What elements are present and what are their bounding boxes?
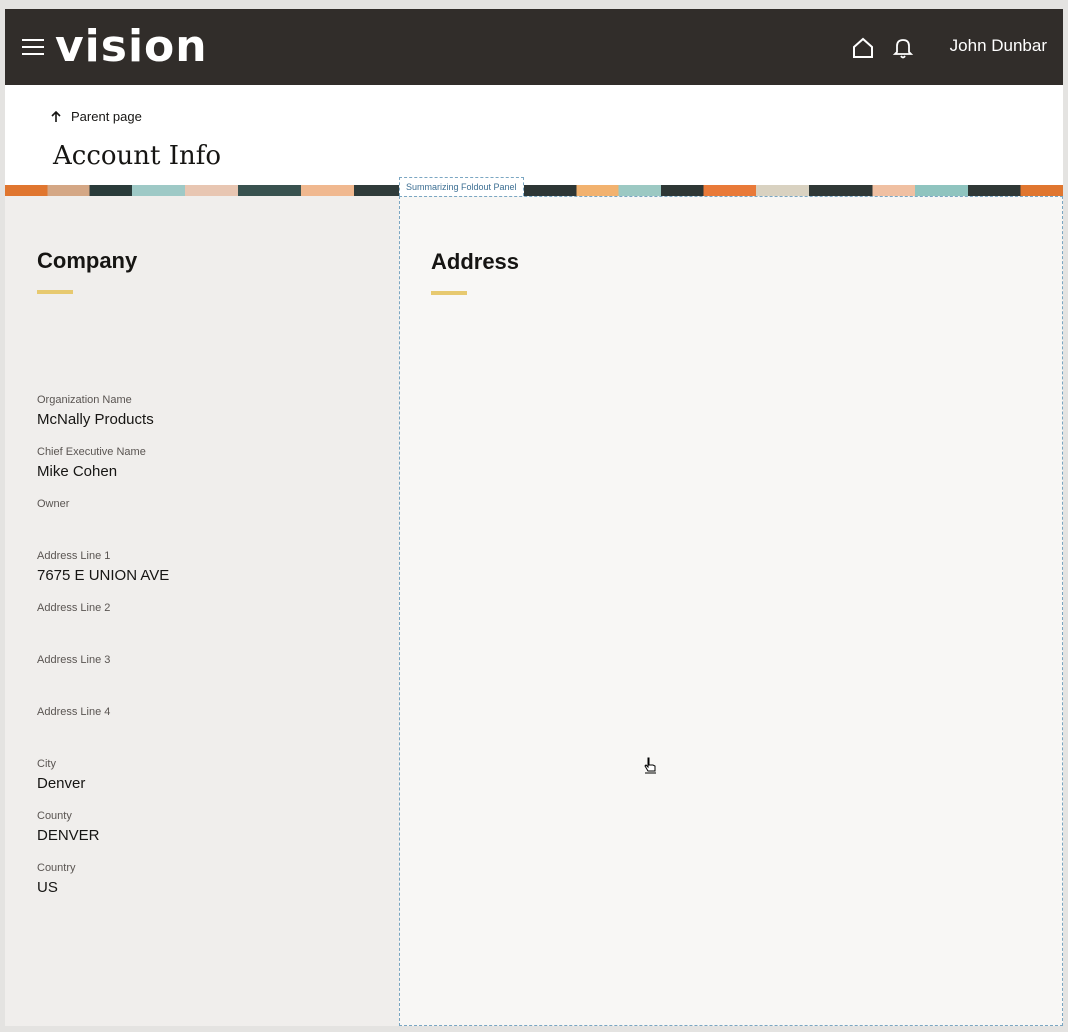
- field-label: Organization Name: [37, 394, 132, 406]
- address-heading: Address: [431, 249, 520, 274]
- field-label: Address Line 2: [37, 602, 111, 614]
- parent-page-link[interactable]: Parent page: [51, 109, 142, 124]
- field-label: Address Line 3: [37, 654, 111, 666]
- field-label: Address Line 4: [37, 706, 111, 718]
- home-icon[interactable]: [851, 36, 875, 60]
- field-owner: Owner: [37, 498, 377, 535]
- field-label: Country: [37, 862, 76, 874]
- company-panel: Company Organization Name McNally Produc…: [5, 196, 399, 1026]
- hand-cursor-icon: [644, 757, 656, 774]
- top-bar: vision John Dunbar: [5, 9, 1063, 85]
- field-value: DENVER: [37, 827, 100, 844]
- field-city: City Denver: [37, 758, 377, 795]
- user-menu[interactable]: John Dunbar: [950, 36, 1047, 56]
- bell-icon[interactable]: [892, 36, 914, 60]
- address-panel[interactable]: Address: [399, 196, 1063, 1026]
- field-label: County: [37, 810, 72, 822]
- field-value: Denver: [37, 775, 86, 792]
- field-value: McNally Products: [37, 411, 154, 428]
- field-address-line-1: Address Line 1 7675 E UNION AVE: [37, 550, 377, 587]
- address-heading-accent: [431, 291, 467, 295]
- company-heading: Company: [37, 248, 138, 273]
- page-title: Account Info: [53, 141, 222, 171]
- arrow-up-icon: [51, 110, 61, 122]
- field-value: [37, 723, 377, 743]
- field-chief-executive-name: Chief Executive Name Mike Cohen: [37, 446, 377, 483]
- field-label: Chief Executive Name: [37, 446, 146, 458]
- field-address-line-3: Address Line 3: [37, 654, 377, 691]
- foldout-panel-tag: Summarizing Foldout Panel: [399, 177, 524, 196]
- field-county: County DENVER: [37, 810, 377, 847]
- field-value: 7675 E UNION AVE: [37, 567, 170, 584]
- menu-icon[interactable]: [22, 39, 44, 55]
- field-value: [37, 619, 377, 639]
- parent-page-label: Parent page: [71, 109, 142, 124]
- field-value: [37, 515, 377, 535]
- field-value: Mike Cohen: [37, 463, 118, 480]
- field-label: Owner: [37, 498, 70, 510]
- field-address-line-2: Address Line 2: [37, 602, 377, 639]
- field-address-line-4: Address Line 4: [37, 706, 377, 743]
- field-value: US: [37, 879, 58, 896]
- field-label: Address Line 1: [37, 550, 111, 562]
- field-organization-name: Organization Name McNally Products: [37, 394, 377, 431]
- field-value: [37, 671, 377, 691]
- app-frame: vision John Dunbar Parent page Account I…: [5, 9, 1063, 1026]
- vision-logo[interactable]: vision: [55, 23, 208, 71]
- field-country: Country US: [37, 862, 377, 899]
- field-label: City: [37, 758, 56, 770]
- company-heading-accent: [37, 290, 73, 294]
- decorative-banner: [5, 185, 1063, 196]
